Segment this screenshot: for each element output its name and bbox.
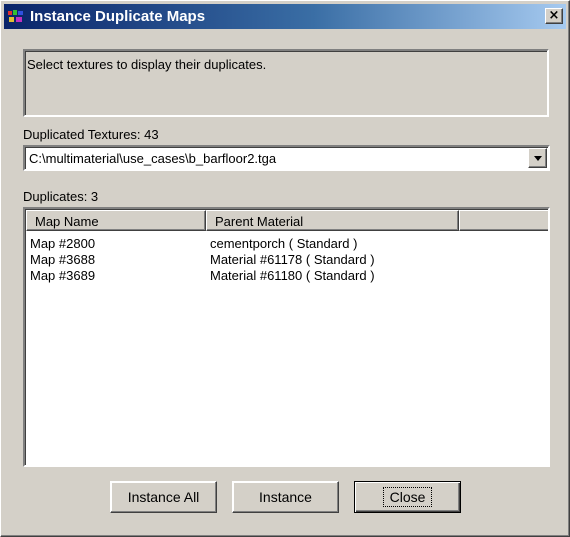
map-name-cell: Map #2800 xyxy=(30,236,96,251)
duplicates-list[interactable]: Map Name Parent Material Map #2800 cemen… xyxy=(23,207,550,467)
close-button-label: Close xyxy=(382,487,433,507)
close-icon[interactable]: × xyxy=(545,8,563,24)
texture-select-value: C:\multimaterial\use_cases\b_barfloor2.t… xyxy=(29,151,277,166)
parent-material-cell: cementporch ( Standard ) xyxy=(210,236,358,251)
window-title: Instance Duplicate Maps xyxy=(30,8,206,25)
duplicated-textures-label: Duplicated Textures: 43 xyxy=(23,127,159,142)
chevron-down-icon[interactable] xyxy=(528,148,547,168)
column-header-map-name[interactable]: Map Name xyxy=(26,210,206,231)
instance-button[interactable]: Instance xyxy=(232,481,339,513)
column-header-parent-material[interactable]: Parent Material xyxy=(206,210,459,231)
app-icon xyxy=(8,10,23,22)
title-bar[interactable]: Instance Duplicate Maps × xyxy=(4,4,566,29)
parent-material-cell: Material #61178 ( Standard ) xyxy=(210,252,375,267)
dialog-window: Instance Duplicate Maps × Select texture… xyxy=(0,0,570,537)
map-name-cell: Map #3688 xyxy=(30,252,96,267)
parent-material-cell: Material #61180 ( Standard ) xyxy=(210,268,375,283)
instance-all-button[interactable]: Instance All xyxy=(110,481,217,513)
map-name-cell: Map #3689 xyxy=(30,268,96,283)
list-header: Map Name Parent Material xyxy=(26,210,548,231)
duplicates-label: Duplicates: 3 xyxy=(23,189,99,204)
column-header-empty[interactable] xyxy=(459,210,548,231)
texture-select[interactable]: C:\multimaterial\use_cases\b_barfloor2.t… xyxy=(23,145,550,171)
close-button[interactable]: Close xyxy=(354,481,461,513)
status-message: Select textures to display their duplica… xyxy=(27,57,267,72)
status-message-box: Select textures to display their duplica… xyxy=(23,49,549,117)
